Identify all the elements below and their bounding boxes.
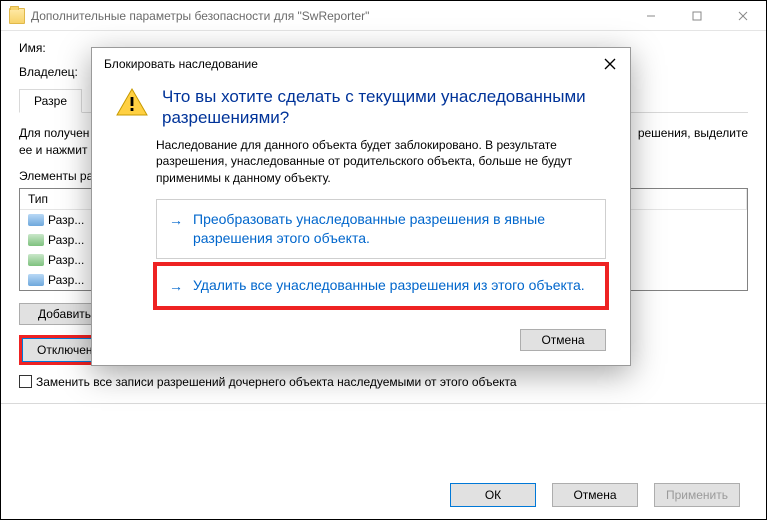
arrow-right-icon: → <box>169 211 183 230</box>
option-convert[interactable]: → Преобразовать унаследованные разрешени… <box>156 199 606 259</box>
option-remove-label: Удалить все унаследованные разрешения из… <box>193 276 585 295</box>
modal-question: Что вы хотите сделать с текущими унаслед… <box>162 86 606 129</box>
help-text-tail: решения, выделите <box>638 125 748 142</box>
replace-child-checkbox-row[interactable]: Заменить все записи разрешений дочернего… <box>19 375 748 389</box>
group-icon <box>28 234 44 246</box>
arrow-right-icon: → <box>169 277 183 296</box>
cell-type: Разр... <box>48 273 84 287</box>
maximize-button[interactable] <box>674 1 720 31</box>
modal-cancel-button[interactable]: Отмена <box>520 329 606 351</box>
minimize-button[interactable] <box>628 1 674 31</box>
tab-permissions[interactable]: Разре <box>19 89 82 113</box>
block-inheritance-dialog: Блокировать наследование Что вы хотите с… <box>91 47 631 366</box>
help-text-1: Для получен <box>19 126 89 140</box>
close-button[interactable] <box>720 1 766 31</box>
cell-type: Разр... <box>48 253 84 267</box>
replace-child-checkbox[interactable] <box>19 375 32 388</box>
warning-icon <box>116 88 148 116</box>
apply-button: Применить <box>654 483 740 507</box>
option-remove[interactable]: → Удалить все унаследованные разрешения … <box>156 265 606 307</box>
replace-child-label: Заменить все записи разрешений дочернего… <box>36 375 517 389</box>
modal-close-button[interactable] <box>602 56 618 72</box>
modal-title: Блокировать наследование <box>104 57 602 71</box>
option-convert-label: Преобразовать унаследованные разрешения … <box>193 210 593 248</box>
user-icon <box>28 214 44 226</box>
cancel-button[interactable]: Отмена <box>552 483 638 507</box>
window-titlebar: Дополнительные параметры безопасности дл… <box>1 1 766 31</box>
cell-type: Разр... <box>48 213 84 227</box>
help-text-2: ее и нажмит <box>19 143 88 157</box>
cell-type: Разр... <box>48 233 84 247</box>
group-icon <box>28 254 44 266</box>
separator <box>1 403 766 404</box>
dialog-buttons: ОК Отмена Применить <box>450 483 748 507</box>
folder-icon <box>9 8 25 24</box>
modal-description: Наследование для данного объекта будет з… <box>156 137 606 187</box>
col-type[interactable]: Тип <box>20 189 100 209</box>
user-icon <box>28 274 44 286</box>
window-title: Дополнительные параметры безопасности дл… <box>31 9 369 23</box>
ok-button[interactable]: ОК <box>450 483 536 507</box>
